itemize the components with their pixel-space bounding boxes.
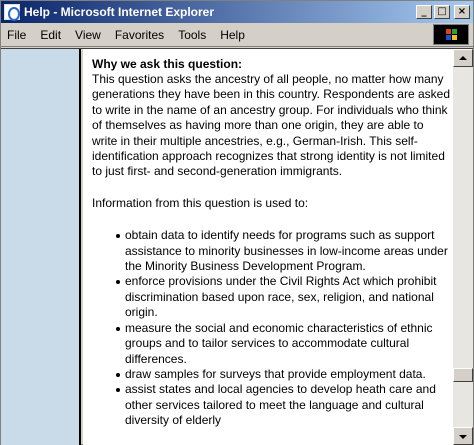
- content-area: Why we ask this question: This question …: [1, 48, 473, 445]
- scroll-thumb[interactable]: [453, 368, 473, 382]
- usage-intro: Information from this question is used t…: [92, 195, 309, 210]
- throbber: [433, 24, 469, 45]
- menu-tools[interactable]: Tools: [171, 28, 213, 42]
- ie-icon[interactable]: [4, 4, 20, 21]
- menu-edit[interactable]: Edit: [33, 28, 68, 42]
- left-pane: [1, 49, 81, 445]
- section-heading: Why we ask this question:: [92, 57, 243, 71]
- menu-help[interactable]: Help: [213, 28, 252, 42]
- scroll-down-button[interactable]: [453, 427, 473, 445]
- usage-list: obtain data to identify needs for progra…: [92, 228, 453, 428]
- window-title: Help - Microsoft Internet Explorer: [24, 5, 215, 19]
- menu-view[interactable]: View: [68, 28, 108, 42]
- close-button[interactable]: ×: [454, 5, 470, 19]
- list-item: assist states and local agencies to deve…: [116, 382, 453, 428]
- menu-file[interactable]: File: [1, 28, 33, 42]
- vertical-scrollbar[interactable]: [453, 49, 473, 445]
- menu-bar: File Edit View Favorites Tools Help: [1, 23, 473, 47]
- list-item: obtain data to identify needs for progra…: [116, 228, 453, 274]
- title-bar[interactable]: Help - Microsoft Internet Explorer _ □ ×: [1, 1, 473, 23]
- ie-window: Help - Microsoft Internet Explorer _ □ ×…: [0, 0, 474, 445]
- minimize-button[interactable]: _: [416, 5, 432, 19]
- list-item: enforce provisions under the Civil Right…: [116, 274, 453, 320]
- list-item: draw samples for surveys that provide em…: [116, 367, 453, 382]
- maximize-button[interactable]: □: [434, 5, 450, 19]
- window-controls: _ □ ×: [416, 5, 470, 19]
- list-item: measure the social and economic characte…: [116, 321, 453, 367]
- windows-logo-icon: [446, 29, 458, 41]
- scroll-up-button[interactable]: [453, 49, 473, 67]
- explanation-paragraph: This question asks the ancestry of all p…: [92, 72, 451, 179]
- menu-favorites[interactable]: Favorites: [108, 28, 171, 42]
- help-document: Why we ask this question: This question …: [83, 49, 453, 445]
